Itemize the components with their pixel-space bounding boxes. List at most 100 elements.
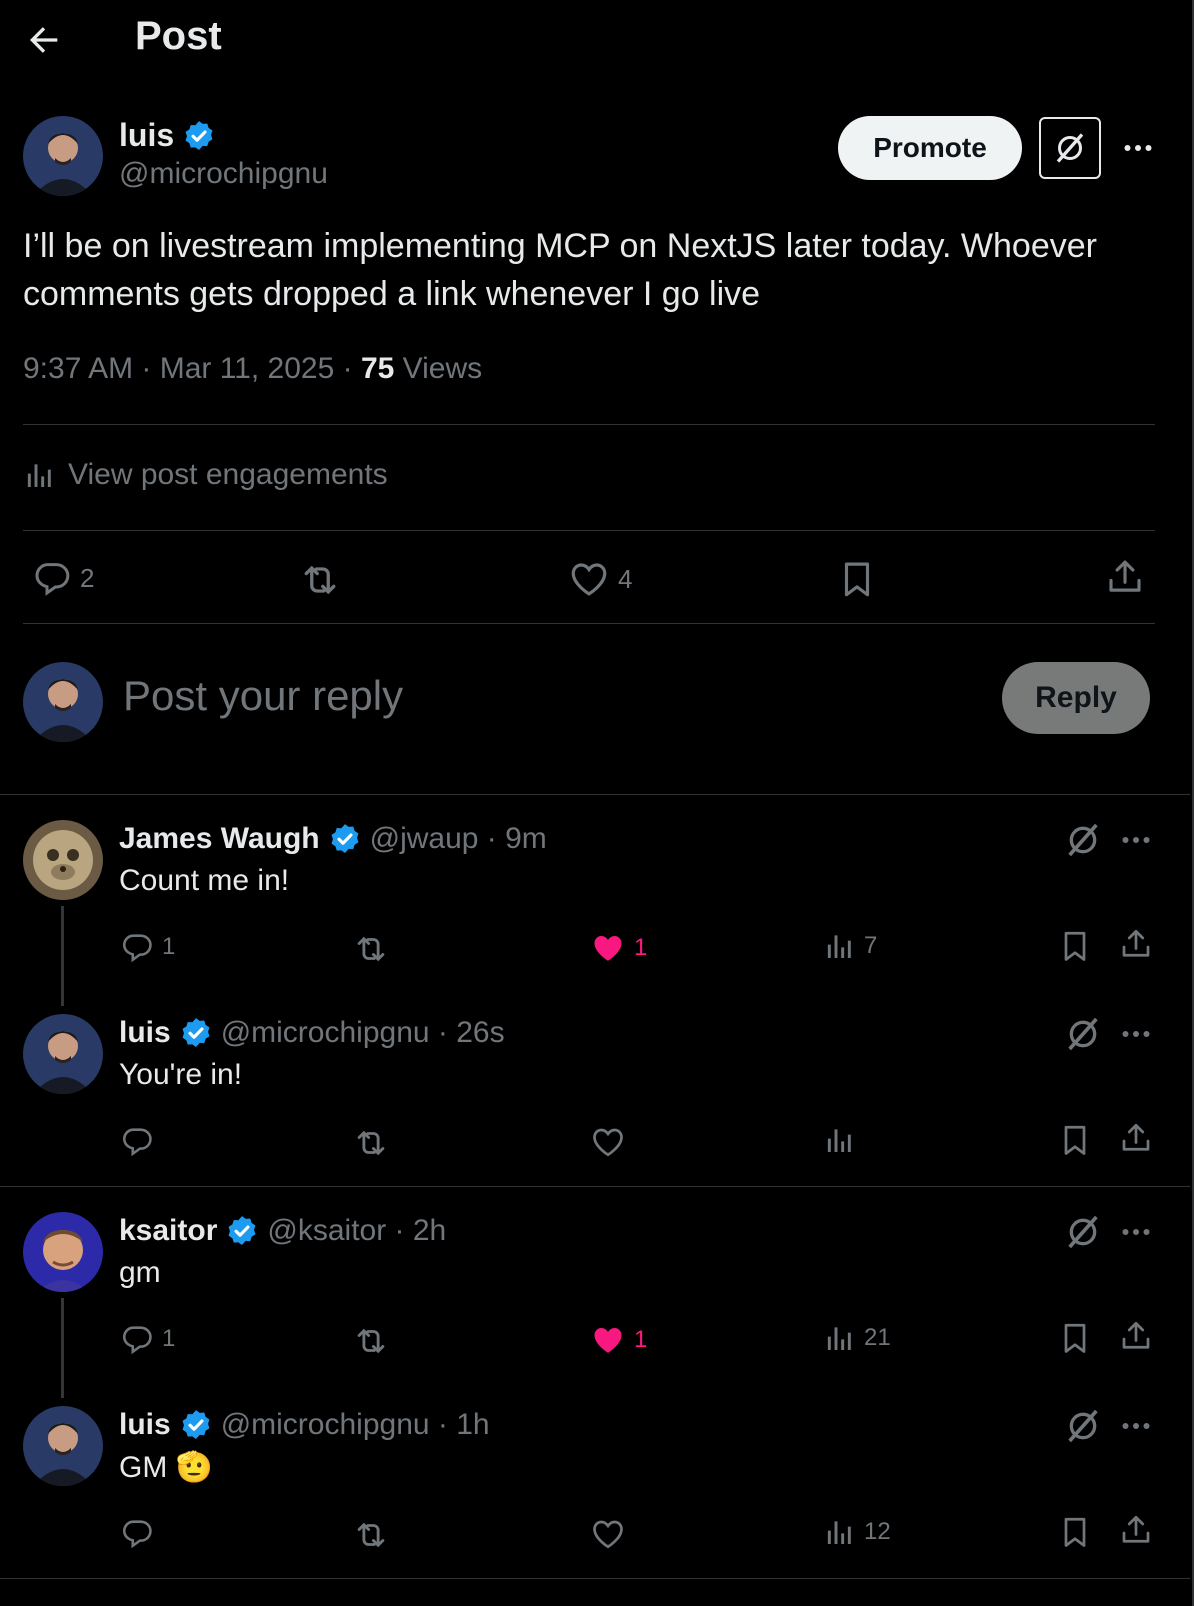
- author-name[interactable]: luis: [119, 117, 216, 154]
- like-action[interactable]: 1: [590, 930, 647, 966]
- reply-icon: [32, 558, 72, 598]
- views-count: 12: [864, 1518, 891, 1545]
- share-icon: [1104, 556, 1146, 598]
- like-icon: [590, 1124, 626, 1160]
- repost-icon: [352, 1124, 390, 1162]
- reply-action[interactable]: 1: [120, 1322, 175, 1356]
- reply-action[interactable]: 2: [32, 558, 94, 598]
- like-action[interactable]: [590, 1516, 634, 1552]
- repost-action[interactable]: [352, 1124, 390, 1162]
- author-name-text: luis: [119, 117, 175, 153]
- back-arrow-icon[interactable]: [24, 20, 64, 60]
- grok-icon[interactable]: [1063, 1212, 1103, 1252]
- divider: [23, 530, 1155, 531]
- views-action[interactable]: [824, 1124, 864, 1156]
- avatar[interactable]: [23, 1212, 103, 1292]
- repost-action[interactable]: [298, 558, 342, 602]
- grok-button[interactable]: [1039, 117, 1101, 179]
- promote-button[interactable]: Promote: [838, 116, 1022, 180]
- post-timestamp[interactable]: 9:37 AM · Mar 11, 2025 ·: [23, 352, 361, 385]
- grok-icon: [1052, 130, 1088, 166]
- comment-author-name[interactable]: luis: [119, 1408, 171, 1442]
- more-icon[interactable]: [1120, 130, 1156, 166]
- comment-handle[interactable]: @ksaitor · 2h: [267, 1214, 446, 1248]
- bookmark-action[interactable]: [1057, 1514, 1093, 1550]
- bookmark-action[interactable]: [836, 558, 878, 600]
- share-icon: [1118, 1512, 1154, 1548]
- avatar[interactable]: [23, 1014, 103, 1094]
- comment-handle[interactable]: @jwaup · 9m: [370, 822, 547, 856]
- verified-badge-icon: [182, 119, 216, 153]
- comment-header: ksaitor @ksaitor · 2h: [119, 1214, 446, 1248]
- divider: [23, 623, 1155, 624]
- avatar[interactable]: [23, 1406, 103, 1486]
- comment-author-name[interactable]: luis: [119, 1016, 171, 1050]
- views-label: Views: [394, 352, 483, 385]
- verified-badge-icon: [328, 822, 362, 856]
- like-count: 1: [634, 934, 648, 961]
- views-count: 75: [360, 352, 395, 385]
- comment-author-name[interactable]: ksaitor: [119, 1214, 217, 1248]
- avatar[interactable]: [23, 820, 103, 900]
- views-action[interactable]: 21: [824, 1322, 891, 1354]
- comment-handle[interactable]: @microchipgnu · 1h: [221, 1408, 490, 1442]
- bookmark-icon: [1057, 1122, 1093, 1158]
- avatar[interactable]: [23, 116, 103, 196]
- comment-text: GM 🫡: [119, 1451, 214, 1484]
- like-action[interactable]: 1: [590, 1322, 647, 1358]
- comment-header: luis @microchipgnu · 26s: [119, 1016, 505, 1050]
- repost-icon: [352, 1322, 390, 1360]
- share-action[interactable]: [1104, 556, 1146, 598]
- share-icon: [1118, 1120, 1154, 1156]
- bookmark-icon: [836, 558, 878, 600]
- author-handle[interactable]: @microchipgnu: [119, 157, 328, 191]
- reply-icon: [120, 930, 154, 964]
- more-icon[interactable]: [1118, 1214, 1154, 1250]
- views-action[interactable]: 7: [824, 930, 877, 962]
- share-action[interactable]: [1118, 926, 1154, 962]
- engagements-label: View post engagements: [68, 458, 388, 491]
- more-icon[interactable]: [1118, 1016, 1154, 1052]
- view-engagements-link[interactable]: View post engagements: [24, 458, 388, 492]
- page-title: Post: [135, 14, 222, 58]
- like-icon: [590, 1322, 626, 1358]
- comment-header: luis @microchipgnu · 1h: [119, 1408, 490, 1442]
- repost-action[interactable]: [352, 930, 390, 968]
- avatar[interactable]: [23, 662, 103, 742]
- more-icon[interactable]: [1118, 822, 1154, 858]
- like-action[interactable]: [590, 1124, 634, 1160]
- grok-icon[interactable]: [1063, 1406, 1103, 1446]
- bookmark-action[interactable]: [1057, 1122, 1093, 1158]
- like-count: 1: [634, 1326, 648, 1353]
- bookmark-icon: [1057, 928, 1093, 964]
- divider: [0, 794, 1190, 795]
- more-icon[interactable]: [1118, 1408, 1154, 1444]
- grok-icon[interactable]: [1063, 1014, 1103, 1054]
- reply-count: 1: [162, 1325, 176, 1352]
- like-count: 4: [618, 563, 633, 594]
- like-action[interactable]: 4: [568, 558, 632, 600]
- repost-action[interactable]: [352, 1322, 390, 1360]
- reply-input[interactable]: Post your reply: [123, 672, 403, 720]
- verified-badge-icon: [225, 1214, 259, 1248]
- comment-text: gm: [119, 1256, 161, 1289]
- comment-header: James Waugh @jwaup · 9m: [119, 822, 547, 856]
- share-action[interactable]: [1118, 1512, 1154, 1548]
- share-icon: [1118, 1318, 1154, 1354]
- bookmark-action[interactable]: [1057, 1320, 1093, 1356]
- reply-action[interactable]: 1: [120, 930, 175, 964]
- reply-action[interactable]: [120, 1516, 162, 1550]
- reply-action[interactable]: [120, 1124, 162, 1158]
- views-action[interactable]: 12: [824, 1516, 891, 1548]
- share-action[interactable]: [1118, 1120, 1154, 1156]
- comment-handle[interactable]: @microchipgnu · 26s: [221, 1016, 505, 1050]
- views-count: 7: [864, 932, 878, 959]
- grok-icon[interactable]: [1063, 820, 1103, 860]
- comment-author-name[interactable]: James Waugh: [119, 822, 320, 856]
- reply-button[interactable]: Reply: [1002, 662, 1150, 734]
- repost-action[interactable]: [352, 1516, 390, 1554]
- bookmark-action[interactable]: [1057, 928, 1093, 964]
- share-action[interactable]: [1118, 1318, 1154, 1354]
- comment-text: Count me in!: [119, 864, 290, 897]
- repost-icon: [352, 1516, 390, 1554]
